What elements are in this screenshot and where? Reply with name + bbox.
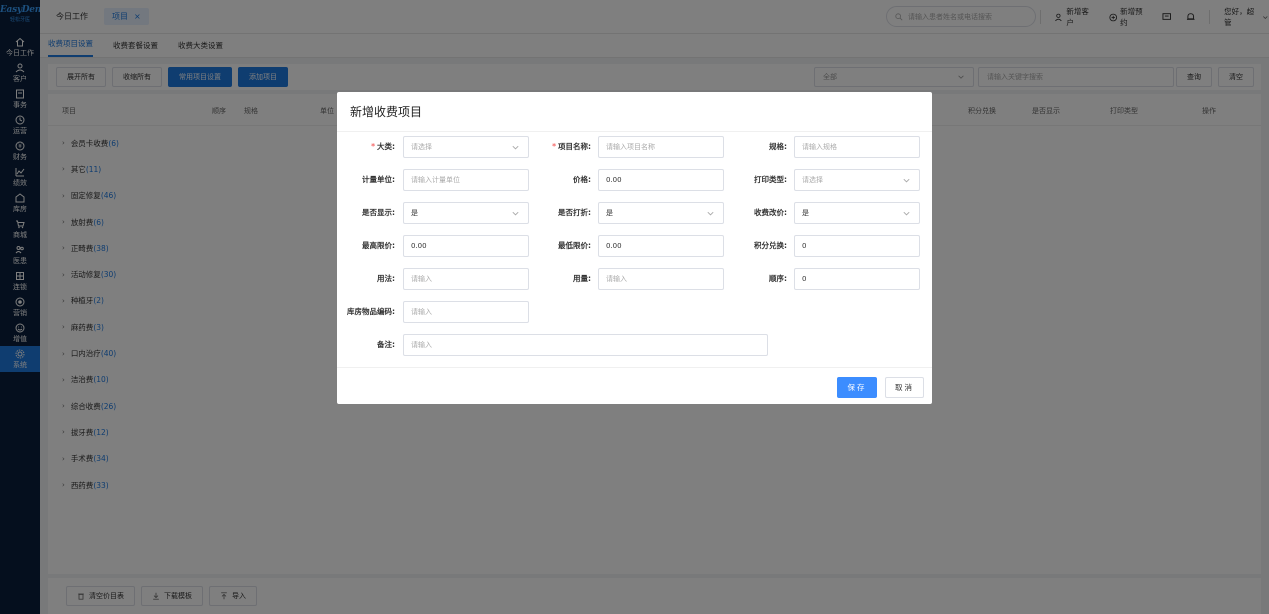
price-label: 价格: <box>573 175 591 184</box>
show-select[interactable]: 是 <box>403 202 529 224</box>
change-price-value: 是 <box>802 209 809 217</box>
item-name-input[interactable]: 请输入项目名称 <box>598 136 724 158</box>
points-input[interactable]: 0 <box>794 235 920 257</box>
print-type-label: 打印类型: <box>754 175 787 184</box>
order-input[interactable]: 0 <box>794 268 920 290</box>
required-mark: * <box>371 142 375 151</box>
discount-select[interactable]: 是 <box>598 202 724 224</box>
add-fee-item-dialog: 新增收费项目 * 大类: 请选择 * 项目名称: 请输入项目名称 规格: 请输入规格… <box>337 92 932 404</box>
dosage-placeholder: 请输入 <box>606 275 627 283</box>
dialog-footer: 保存 取消 <box>337 367 932 404</box>
unit-input[interactable]: 请输入计量单位 <box>403 169 529 191</box>
item-name-label: * 项目名称: <box>552 142 591 151</box>
min-price-label: 最低限价: <box>558 241 591 250</box>
save-button[interactable]: 保存 <box>837 377 877 398</box>
unit-label: 计量单位: <box>362 175 395 184</box>
remark-input[interactable]: 请输入 <box>403 334 768 356</box>
spec-label: 规格: <box>769 142 787 151</box>
category-label: * 大类: <box>371 142 395 151</box>
change-price-select[interactable]: 是 <box>794 202 920 224</box>
usage-input[interactable]: 请输入 <box>403 268 529 290</box>
print-type-placeholder: 请选择 <box>802 176 823 184</box>
dialog-title: 新增收费项目 <box>337 92 932 132</box>
chevron-down-icon <box>707 211 714 216</box>
item-name-placeholder: 请输入项目名称 <box>606 143 655 151</box>
usage-label: 用法: <box>377 274 395 283</box>
min-price-input[interactable]: 0.00 <box>598 235 724 257</box>
cancel-button[interactable]: 取消 <box>885 377 924 398</box>
chevron-down-icon <box>903 211 910 216</box>
show-label: 是否显示: <box>362 208 395 217</box>
points-label: 积分兑换: <box>754 241 787 250</box>
chevron-down-icon <box>512 145 519 150</box>
discount-value: 是 <box>606 209 613 217</box>
category-placeholder: 请选择 <box>411 143 432 151</box>
spec-input[interactable]: 请输入规格 <box>794 136 920 158</box>
remark-label: 备注: <box>377 340 395 349</box>
max-price-value: 0.00 <box>411 242 427 250</box>
dosage-input[interactable]: 请输入 <box>598 268 724 290</box>
stock-code-input[interactable]: 请输入 <box>403 301 529 323</box>
stock-code-label: 库房物品编码: <box>347 307 395 316</box>
spec-placeholder: 请输入规格 <box>802 143 837 151</box>
max-price-label: 最高限价: <box>362 241 395 250</box>
price-value: 0.00 <box>606 176 622 184</box>
order-label: 顺序: <box>769 274 787 283</box>
usage-placeholder: 请输入 <box>411 275 432 283</box>
order-value: 0 <box>802 275 807 283</box>
price-input[interactable]: 0.00 <box>598 169 724 191</box>
points-value: 0 <box>802 242 807 250</box>
stock-code-placeholder: 请输入 <box>411 308 432 316</box>
remark-placeholder: 请输入 <box>411 341 432 349</box>
category-select[interactable]: 请选择 <box>403 136 529 158</box>
dosage-label: 用量: <box>573 274 591 283</box>
required-mark: * <box>552 142 556 151</box>
min-price-value: 0.00 <box>606 242 622 250</box>
chevron-down-icon <box>512 211 519 216</box>
max-price-input[interactable]: 0.00 <box>403 235 529 257</box>
discount-label: 是否打折: <box>558 208 591 217</box>
change-price-label: 收费改价: <box>754 208 787 217</box>
print-type-select[interactable]: 请选择 <box>794 169 920 191</box>
chevron-down-icon <box>903 178 910 183</box>
unit-placeholder: 请输入计量单位 <box>411 176 460 184</box>
show-value: 是 <box>411 209 418 217</box>
